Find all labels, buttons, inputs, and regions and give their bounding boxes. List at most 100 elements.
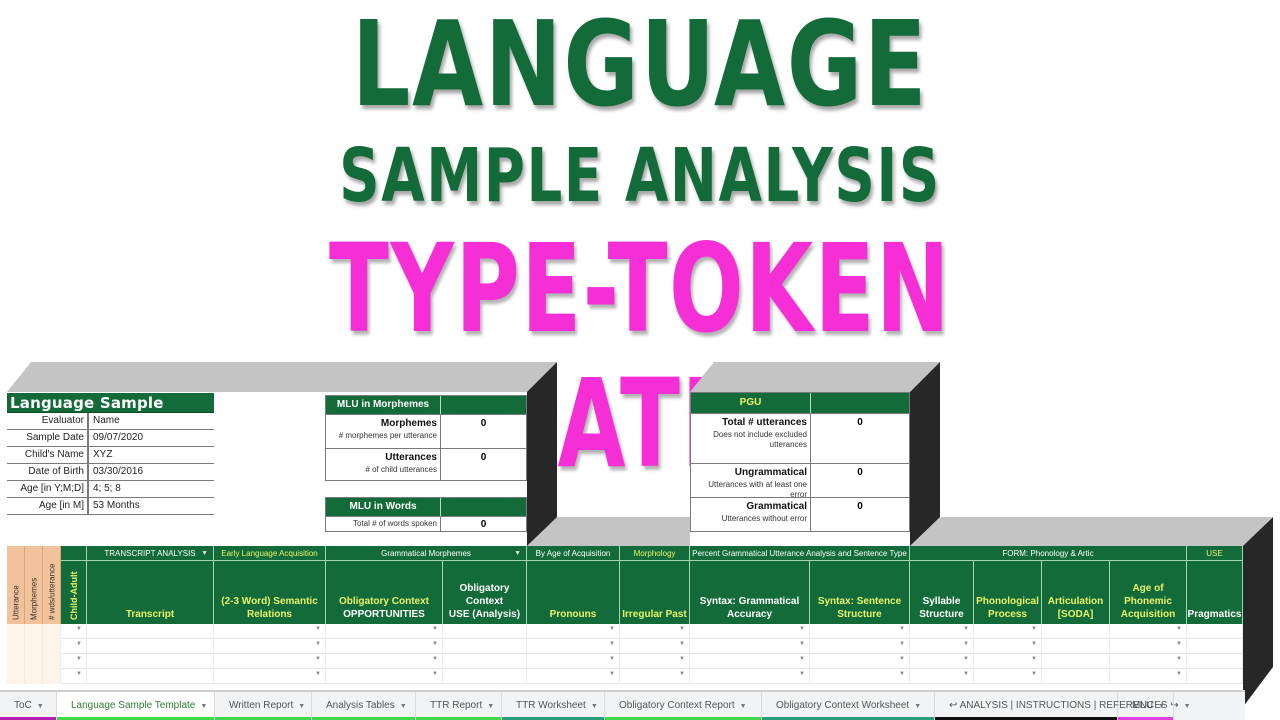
- dropdown-arrow-icon[interactable]: ▼: [963, 626, 969, 632]
- dropdown-arrow-icon[interactable]: ▼: [963, 656, 969, 662]
- grid-cell[interactable]: [7, 654, 25, 669]
- grid-cell[interactable]: ▼: [974, 624, 1042, 639]
- chevron-down-icon[interactable]: ▼: [200, 703, 207, 710]
- grid-cell[interactable]: ▼: [527, 654, 620, 669]
- grid-cell[interactable]: ▼: [620, 669, 690, 684]
- grid-cell[interactable]: [25, 654, 43, 669]
- grid-cell[interactable]: ▼: [527, 669, 620, 684]
- col-header-transcript[interactable]: Transcript: [87, 561, 214, 624]
- dropdown-arrow-icon[interactable]: ▼: [963, 641, 969, 647]
- group-form-phonology-artic[interactable]: FORM: Phonology & Artic: [910, 546, 1187, 561]
- info-value[interactable]: 4; 5; 8: [89, 481, 121, 497]
- grid-cell[interactable]: ▼: [974, 654, 1042, 669]
- dropdown-icon[interactable]: ▼: [514, 546, 521, 561]
- dropdown-arrow-icon[interactable]: ▼: [315, 671, 321, 677]
- grid-cell[interactable]: ▼: [61, 639, 87, 654]
- dropdown-arrow-icon[interactable]: ▼: [609, 671, 615, 677]
- grid-cell[interactable]: ▼: [326, 669, 443, 684]
- grid-cell[interactable]: ▼: [910, 654, 974, 669]
- grid-cell[interactable]: [43, 639, 61, 654]
- sheet-tab-written-report[interactable]: Written Report ▼: [215, 692, 312, 720]
- grid-cell[interactable]: ▼: [214, 639, 326, 654]
- col-header-pragmatics[interactable]: Pragmatics: [1187, 561, 1243, 624]
- grid-cell[interactable]: ▼: [910, 669, 974, 684]
- grid-cell[interactable]: ▼: [910, 639, 974, 654]
- dropdown-arrow-icon[interactable]: ▼: [1031, 656, 1037, 662]
- grid-cell[interactable]: [443, 669, 527, 684]
- sheet-tab-obligatory-context-report[interactable]: Obligatory Context Report ▼: [605, 692, 762, 720]
- grid-cell[interactable]: [1042, 654, 1110, 669]
- grid-cell[interactable]: [25, 669, 43, 684]
- group-percent-grammatical[interactable]: Percent Grammatical Utterance Analysis a…: [690, 546, 910, 561]
- col-header-syllable-structure[interactable]: Syllable Structure: [910, 561, 974, 624]
- sheet-tab-toc[interactable]: ToC ▼: [0, 692, 57, 720]
- grid-cell[interactable]: ▼: [1110, 654, 1187, 669]
- chevron-down-icon[interactable]: ▼: [591, 703, 598, 710]
- dropdown-arrow-icon[interactable]: ▼: [609, 656, 615, 662]
- grid-cell[interactable]: [1042, 669, 1110, 684]
- col-header-syntax-accuracy[interactable]: Syntax: Grammatical Accuracy: [690, 561, 810, 624]
- grid-cell[interactable]: ▼: [690, 639, 810, 654]
- dropdown-arrow-icon[interactable]: ▼: [899, 671, 905, 677]
- dropdown-arrow-icon[interactable]: ▼: [1176, 656, 1182, 662]
- grid-cell[interactable]: ▼: [974, 639, 1042, 654]
- grid-cell[interactable]: ▼: [527, 624, 620, 639]
- dropdown-arrow-icon[interactable]: ▼: [679, 626, 685, 632]
- info-value[interactable]: 03/30/2016: [89, 464, 143, 480]
- col-header-irregular-past[interactable]: Irregular Past: [620, 561, 690, 624]
- group-use[interactable]: USE: [1187, 546, 1243, 561]
- grid-cell[interactable]: ▼: [326, 639, 443, 654]
- info-value[interactable]: XYZ: [89, 447, 112, 463]
- grid-cell[interactable]: ▼: [974, 669, 1042, 684]
- group-grammatical-morphemes[interactable]: Grammatical Morphemes ▼: [326, 546, 527, 561]
- dropdown-arrow-icon[interactable]: ▼: [1031, 641, 1037, 647]
- dropdown-icon[interactable]: ▼: [201, 546, 208, 561]
- dropdown-arrow-icon[interactable]: ▼: [679, 656, 685, 662]
- grid-cell[interactable]: ▼: [1110, 624, 1187, 639]
- col-header-articulation[interactable]: Articulation [SODA]: [1042, 561, 1110, 624]
- dropdown-arrow-icon[interactable]: ▼: [76, 656, 82, 662]
- dropdown-arrow-icon[interactable]: ▼: [76, 671, 82, 677]
- dropdown-arrow-icon[interactable]: ▼: [432, 626, 438, 632]
- dropdown-arrow-icon[interactable]: ▼: [1176, 671, 1182, 677]
- grid-cell[interactable]: ▼: [810, 669, 910, 684]
- dropdown-arrow-icon[interactable]: ▼: [799, 641, 805, 647]
- grid-cell[interactable]: ▼: [1110, 639, 1187, 654]
- sheet-tab-language-sample-template[interactable]: Language Sample Template ▼: [57, 692, 215, 720]
- chevron-down-icon[interactable]: ▼: [37, 703, 44, 710]
- dropdown-arrow-icon[interactable]: ▼: [899, 626, 905, 632]
- dropdown-arrow-icon[interactable]: ▼: [679, 671, 685, 677]
- grid-cell[interactable]: [1042, 624, 1110, 639]
- dropdown-arrow-icon[interactable]: ▼: [1031, 626, 1037, 632]
- dropdown-arrow-icon[interactable]: ▼: [609, 641, 615, 647]
- grid-cell[interactable]: [1187, 654, 1243, 669]
- chevron-down-icon[interactable]: ▼: [740, 703, 747, 710]
- grid-cell[interactable]: [43, 624, 61, 639]
- grid-cell[interactable]: ▼: [214, 669, 326, 684]
- col-header-phonemic-acquisition[interactable]: Age of Phonemic Acquisition: [1110, 561, 1187, 624]
- group-early-language-acquisition[interactable]: Early Language Acquisition: [214, 546, 326, 561]
- grid-cell[interactable]: ▼: [810, 639, 910, 654]
- col-header-pronouns[interactable]: Pronouns: [527, 561, 620, 624]
- grid-cell[interactable]: ▼: [61, 624, 87, 639]
- sheet-tab-obligatory-context-worksheet[interactable]: Obligatory Context Worksheet ▼: [762, 692, 935, 720]
- grid-cell[interactable]: ▼: [810, 654, 910, 669]
- grid-cell[interactable]: [87, 624, 214, 639]
- dropdown-arrow-icon[interactable]: ▼: [315, 656, 321, 662]
- col-header-obligatory-use[interactable]: Obligatory Context USE (Analysis): [443, 561, 527, 624]
- dropdown-arrow-icon[interactable]: ▼: [315, 641, 321, 647]
- grid-cell[interactable]: ▼: [810, 624, 910, 639]
- col-header-obligatory-opportunities[interactable]: Obligatory Context OPPORTUNITIES: [326, 561, 443, 624]
- grid-cell[interactable]: ▼: [620, 654, 690, 669]
- grid-cell[interactable]: [7, 669, 25, 684]
- dropdown-arrow-icon[interactable]: ▼: [76, 641, 82, 647]
- grid-cell[interactable]: ▼: [690, 654, 810, 669]
- grid-cell[interactable]: [25, 639, 43, 654]
- grid-cell[interactable]: [87, 654, 214, 669]
- dropdown-arrow-icon[interactable]: ▼: [76, 626, 82, 632]
- dropdown-arrow-icon[interactable]: ▼: [679, 641, 685, 647]
- info-value[interactable]: 09/07/2020: [89, 430, 143, 446]
- grid-cell[interactable]: ▼: [910, 624, 974, 639]
- grid-cell[interactable]: [25, 624, 43, 639]
- dropdown-arrow-icon[interactable]: ▼: [799, 626, 805, 632]
